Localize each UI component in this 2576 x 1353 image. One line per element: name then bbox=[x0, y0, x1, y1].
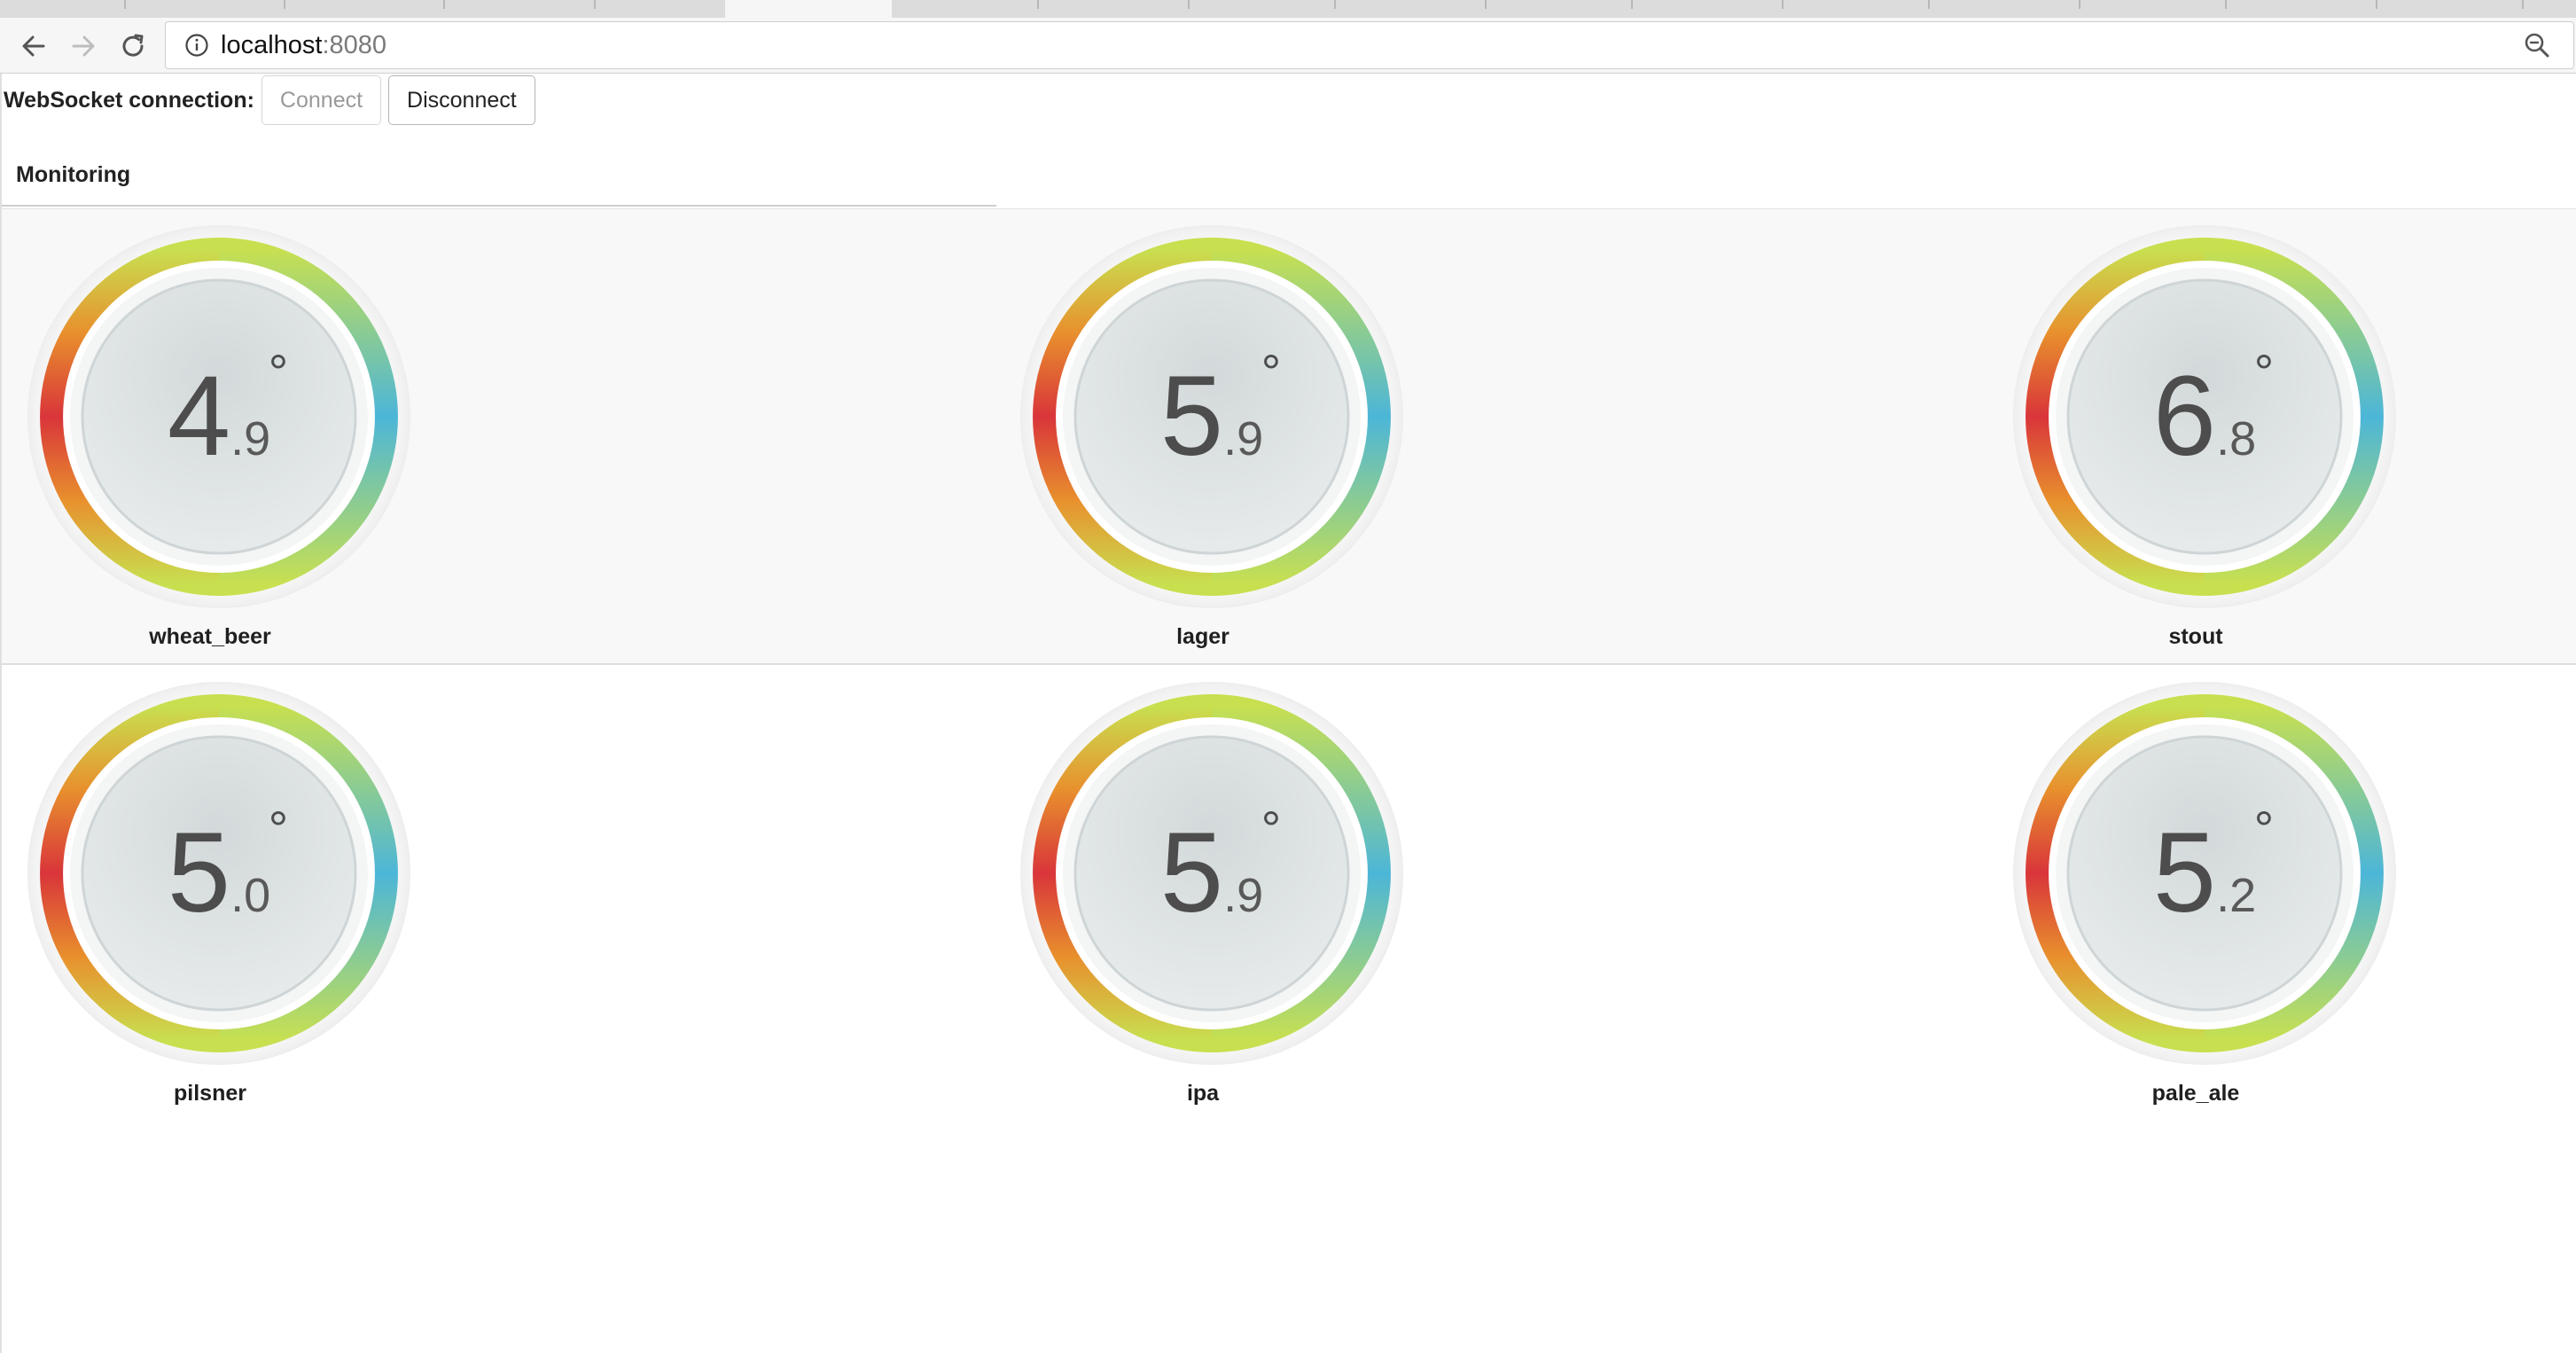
gauge-label: pale_ale bbox=[2151, 1081, 2240, 1106]
gauge-row: 5.0 ° pilsner 5 .9 ° ipa 5 .2 ° pale_ale bbox=[2, 666, 2576, 1120]
browser-toolbar: localhost:8080 bbox=[0, 18, 2576, 74]
gauge-card: 6.8 ° stout bbox=[2001, 209, 2396, 663]
gauge-label: lager bbox=[1176, 624, 1229, 649]
gauge-card: 5.0 ° pilsner bbox=[15, 666, 410, 1120]
tab-divider bbox=[443, 0, 445, 9]
page-content: WebSocket connection: Connect Disconnect… bbox=[0, 74, 2576, 1353]
websocket-label: WebSocket connection: bbox=[4, 87, 254, 113]
tab-divider bbox=[1631, 0, 1633, 9]
tab-divider bbox=[2225, 0, 2227, 9]
tab-divider bbox=[1334, 0, 1336, 9]
gauge-face bbox=[1073, 278, 1350, 555]
temperature-gauge bbox=[2013, 682, 2396, 1065]
gauge-card: 5.2 ° pale_ale bbox=[2001, 666, 2396, 1120]
forward-arrow-icon bbox=[72, 35, 95, 57]
temperature-gauge bbox=[27, 682, 410, 1065]
forward-button[interactable] bbox=[64, 27, 103, 66]
back-button[interactable] bbox=[14, 27, 53, 66]
gauge-label: pilsner bbox=[174, 1081, 246, 1106]
gauge-card: 4.9 ° wheat_beer bbox=[15, 209, 410, 663]
url-host: localhost bbox=[221, 30, 323, 59]
section-title: Monitoring bbox=[16, 162, 131, 187]
tab-divider bbox=[1928, 0, 1930, 9]
temperature-gauge bbox=[27, 225, 410, 608]
gauge-card: 5.9 ° lager bbox=[1008, 209, 1403, 663]
section-underline bbox=[2, 205, 996, 207]
active-browser-tab[interactable] bbox=[725, 0, 892, 18]
tab-divider bbox=[2376, 0, 2377, 9]
gauge-label: wheat_beer bbox=[149, 624, 271, 649]
tab-divider bbox=[2522, 0, 2524, 9]
tab-divider bbox=[1782, 0, 1784, 9]
zoom-icon[interactable] bbox=[2522, 30, 2552, 60]
info-icon[interactable] bbox=[182, 30, 212, 60]
connect-button[interactable]: Connect bbox=[261, 75, 382, 125]
browser-tab-strip bbox=[0, 0, 2576, 19]
tab-divider bbox=[1485, 0, 1487, 9]
gauge-face bbox=[81, 278, 357, 555]
tab-divider bbox=[594, 0, 596, 9]
url-port: :8080 bbox=[322, 30, 387, 59]
gauge-row: 4.9 ° wheat_beer 5 .9 ° lager 6 .8 ° sto… bbox=[2, 208, 2576, 665]
back-arrow-icon bbox=[22, 35, 45, 57]
gauge-card: 5.9 ° ipa bbox=[1008, 666, 1403, 1120]
tab-divider bbox=[284, 0, 285, 9]
reload-button[interactable] bbox=[113, 27, 152, 66]
gauge-label: stout bbox=[2168, 624, 2223, 649]
temperature-gauge bbox=[2013, 225, 2396, 608]
tab-divider bbox=[124, 0, 126, 9]
reload-icon bbox=[122, 34, 144, 57]
tab-divider bbox=[2079, 0, 2080, 9]
temperature-gauge bbox=[1020, 682, 1403, 1065]
gauge-face bbox=[1073, 735, 1350, 1012]
gauge-face bbox=[2066, 278, 2343, 555]
tab-divider bbox=[1188, 0, 1190, 9]
gauge-face bbox=[2066, 735, 2343, 1012]
temperature-gauge bbox=[1020, 225, 1403, 608]
gauge-label: ipa bbox=[1186, 1081, 1220, 1106]
gauge-face bbox=[81, 735, 357, 1012]
websocket-bar: WebSocket connection: Connect Disconnect bbox=[2, 74, 535, 127]
disconnect-button[interactable]: Disconnect bbox=[388, 75, 535, 125]
tab-divider bbox=[1037, 0, 1039, 9]
address-bar[interactable]: localhost:8080 bbox=[165, 21, 2574, 69]
url-text: localhost:8080 bbox=[221, 31, 386, 60]
